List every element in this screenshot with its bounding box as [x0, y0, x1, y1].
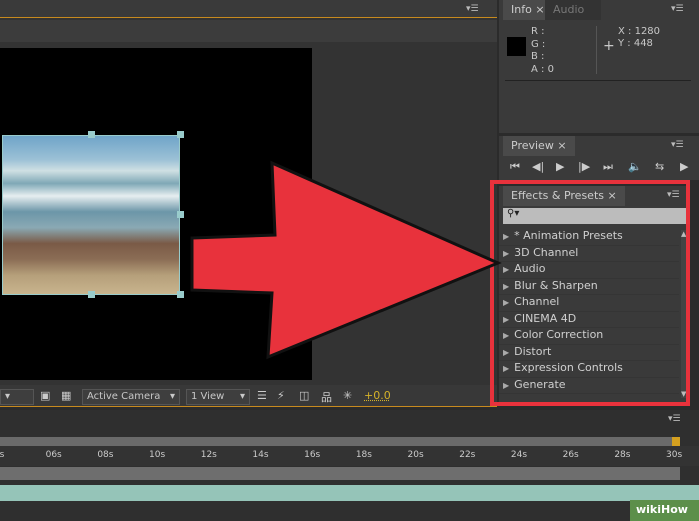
time-tick-label: 10s	[149, 450, 166, 460]
timeline-panel: ▾☰	[0, 410, 699, 521]
time-tick-label: 28s	[614, 450, 631, 460]
time-tick-label: s	[0, 450, 5, 460]
time-tick-label: 08s	[97, 450, 114, 460]
time-tick-label: 24s	[510, 450, 528, 460]
work-area-bar[interactable]	[0, 437, 680, 446]
arrow-shape	[190, 160, 502, 360]
wikihow-watermark: wikiHow	[630, 500, 699, 521]
time-tick-label: 06s	[45, 450, 62, 460]
time-tick-label: 26s	[562, 450, 579, 460]
layer-bar[interactable]	[0, 485, 699, 501]
time-tick-label: 22s	[459, 450, 476, 460]
time-tick-label: 18s	[355, 450, 372, 460]
time-tick-label: 14s	[252, 450, 269, 460]
panel-menu-icon[interactable]: ▾☰	[668, 414, 681, 424]
time-tick-label: 30s	[666, 450, 683, 460]
time-tick-label: 20s	[407, 450, 424, 460]
time-tick-label: 16s	[304, 450, 321, 460]
time-tick-label: 12s	[200, 450, 217, 460]
